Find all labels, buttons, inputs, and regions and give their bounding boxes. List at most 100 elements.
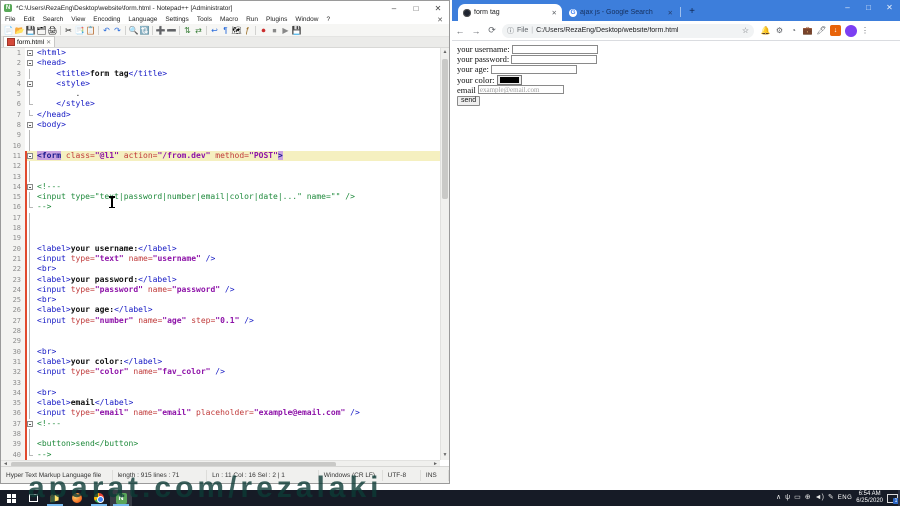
notification-center-icon[interactable]: 1 bbox=[887, 493, 899, 504]
code-text[interactable] bbox=[35, 326, 449, 336]
menu-window[interactable]: Window bbox=[291, 16, 322, 23]
line-number[interactable]: 40 bbox=[1, 449, 25, 460]
briefcase-icon[interactable]: 💼 bbox=[802, 25, 813, 36]
line-number[interactable]: 4 bbox=[1, 78, 25, 90]
clock-icon[interactable]: ◔ bbox=[788, 25, 799, 36]
line-number[interactable]: 23 bbox=[1, 274, 25, 285]
code-line-8[interactable]: 8 <body> bbox=[1, 120, 449, 131]
code-text[interactable] bbox=[35, 223, 449, 233]
fold-margin[interactable] bbox=[25, 253, 35, 265]
fold-margin[interactable] bbox=[25, 326, 35, 337]
menu-help[interactable]: ? bbox=[322, 16, 334, 23]
line-number[interactable]: 36 bbox=[1, 408, 25, 419]
fold-margin[interactable] bbox=[25, 356, 35, 368]
code-text[interactable]: --> bbox=[35, 450, 449, 460]
fold-margin[interactable] bbox=[25, 449, 35, 460]
code-text[interactable]: <label>your username:</label> bbox=[35, 244, 449, 254]
line-number[interactable]: 1 bbox=[1, 48, 25, 59]
line-number[interactable]: 35 bbox=[1, 398, 25, 409]
code-text[interactable]: <label>your age:</label> bbox=[35, 305, 449, 315]
fold-collapse-icon[interactable] bbox=[27, 80, 33, 87]
code-line-37[interactable]: 37 <!--- bbox=[1, 418, 449, 429]
line-number[interactable]: 20 bbox=[1, 243, 25, 254]
fold-margin[interactable] bbox=[25, 223, 35, 234]
code-text[interactable]: <title>form tag</title> bbox=[35, 69, 449, 79]
code-line-24[interactable]: 24 <input type="password" name="password"… bbox=[1, 284, 449, 296]
browser-tab-2[interactable]: Gajax js - Google Search ✕ bbox=[564, 4, 678, 21]
line-number[interactable]: 12 bbox=[1, 161, 25, 172]
code-line-36[interactable]: 36 <input type="email" name="email" place… bbox=[1, 408, 449, 419]
fold-margin[interactable] bbox=[25, 428, 35, 440]
show-symbols-icon[interactable]: ¶ bbox=[220, 25, 231, 36]
notepadpp-titlebar[interactable]: N *C:\Users\RezaEng\Desktop\website\form… bbox=[1, 1, 449, 16]
page-info-icon[interactable]: ⓘ bbox=[507, 26, 514, 36]
language-indicator[interactable]: ENG bbox=[838, 495, 853, 501]
code-line-7[interactable]: 7 </head> bbox=[1, 109, 449, 121]
code-line-32[interactable]: 32 <input type="color" name="fav_color" /… bbox=[1, 367, 449, 378]
menu-view[interactable]: View bbox=[67, 16, 89, 23]
line-number[interactable]: 11 bbox=[1, 150, 25, 162]
code-line-6[interactable]: 6 </style> bbox=[1, 99, 449, 110]
fold-margin[interactable] bbox=[25, 408, 35, 419]
new-file-icon[interactable]: 📄 bbox=[3, 25, 14, 36]
code-text[interactable]: <input type="number" name="age" step="0.… bbox=[35, 316, 449, 326]
fold-margin[interactable] bbox=[25, 367, 35, 378]
fold-margin[interactable] bbox=[25, 171, 35, 182]
fold-margin[interactable] bbox=[25, 68, 35, 79]
play-macro-icon[interactable]: ▶ bbox=[280, 25, 291, 36]
replace-icon[interactable]: 🔃 bbox=[139, 25, 150, 36]
fold-margin[interactable] bbox=[25, 48, 35, 59]
code-line-35[interactable]: 35 <label>email</label> bbox=[1, 398, 449, 409]
code-line-29[interactable]: 29 bbox=[1, 336, 449, 347]
browser-tab-1[interactable]: form tag ✕ bbox=[458, 4, 562, 21]
code-text[interactable]: <label>email</label> bbox=[35, 398, 449, 408]
code-text[interactable]: <label>your password:</label> bbox=[35, 275, 449, 285]
line-number[interactable]: 39 bbox=[1, 439, 25, 450]
line-number[interactable]: 17 bbox=[1, 212, 25, 224]
address-bar[interactable]: ⓘ File | C:/Users/RezaEng/Desktop/websit… bbox=[502, 23, 754, 38]
line-number[interactable]: 3 bbox=[1, 68, 25, 79]
doc-map-icon[interactable]: 🗺 bbox=[231, 25, 242, 36]
code-line-34[interactable]: 34 <br> bbox=[1, 387, 449, 399]
fold-margin[interactable] bbox=[25, 99, 35, 110]
code-line-20[interactable]: 20 <label>your username:</label> bbox=[1, 243, 449, 254]
fold-collapse-icon[interactable] bbox=[27, 152, 33, 159]
code-line-13[interactable]: 13 bbox=[1, 171, 449, 182]
tab-close-icon[interactable]: ✕ bbox=[552, 9, 557, 17]
code-text[interactable]: <!--- bbox=[35, 182, 449, 192]
copy-icon[interactable]: 📑 bbox=[74, 25, 85, 36]
code-line-14[interactable]: 14 <!--- bbox=[1, 181, 449, 193]
pen-icon[interactable]: ✎ bbox=[828, 490, 834, 506]
fold-margin[interactable] bbox=[25, 109, 35, 121]
tray-chevron-icon[interactable]: ∧ bbox=[776, 490, 781, 506]
age-input[interactable] bbox=[490, 64, 577, 74]
line-number[interactable]: 30 bbox=[1, 346, 25, 357]
line-number[interactable]: 9 bbox=[1, 130, 25, 141]
fold-margin[interactable] bbox=[25, 418, 35, 429]
code-text[interactable]: <br> bbox=[35, 347, 449, 357]
fold-margin[interactable] bbox=[25, 295, 35, 306]
menu-run[interactable]: Run bbox=[242, 16, 262, 23]
code-line-26[interactable]: 26 <label>your age:</label> bbox=[1, 305, 449, 316]
line-number[interactable]: 28 bbox=[1, 326, 25, 337]
code-line-9[interactable]: 9 bbox=[1, 130, 449, 141]
line-number[interactable]: 6 bbox=[1, 99, 25, 110]
menu-file[interactable]: File bbox=[1, 16, 19, 23]
fold-margin[interactable] bbox=[25, 202, 35, 213]
download-manager-icon[interactable]: ↓ bbox=[830, 25, 841, 36]
code-text[interactable]: <input type="color" name="fav_color" /> bbox=[35, 367, 449, 377]
fold-collapse-icon[interactable] bbox=[27, 60, 33, 67]
code-text[interactable]: <br> bbox=[35, 388, 449, 398]
volume-icon[interactable]: ◄) bbox=[815, 490, 824, 506]
line-number[interactable]: 15 bbox=[1, 192, 25, 203]
tab-close-icon[interactable]: ✕ bbox=[46, 39, 51, 46]
maximize-button[interactable]: □ bbox=[405, 2, 427, 15]
line-number[interactable]: 25 bbox=[1, 295, 25, 306]
username-input[interactable] bbox=[511, 44, 598, 54]
bell-icon[interactable]: 🔔 bbox=[760, 25, 771, 36]
line-number[interactable]: 22 bbox=[1, 264, 25, 275]
scroll-up-icon[interactable]: ▲ bbox=[441, 48, 449, 57]
close-button[interactable]: ✕ bbox=[427, 2, 449, 15]
line-number[interactable]: 7 bbox=[1, 109, 25, 121]
open-folder-icon[interactable]: 📂 bbox=[14, 25, 25, 36]
